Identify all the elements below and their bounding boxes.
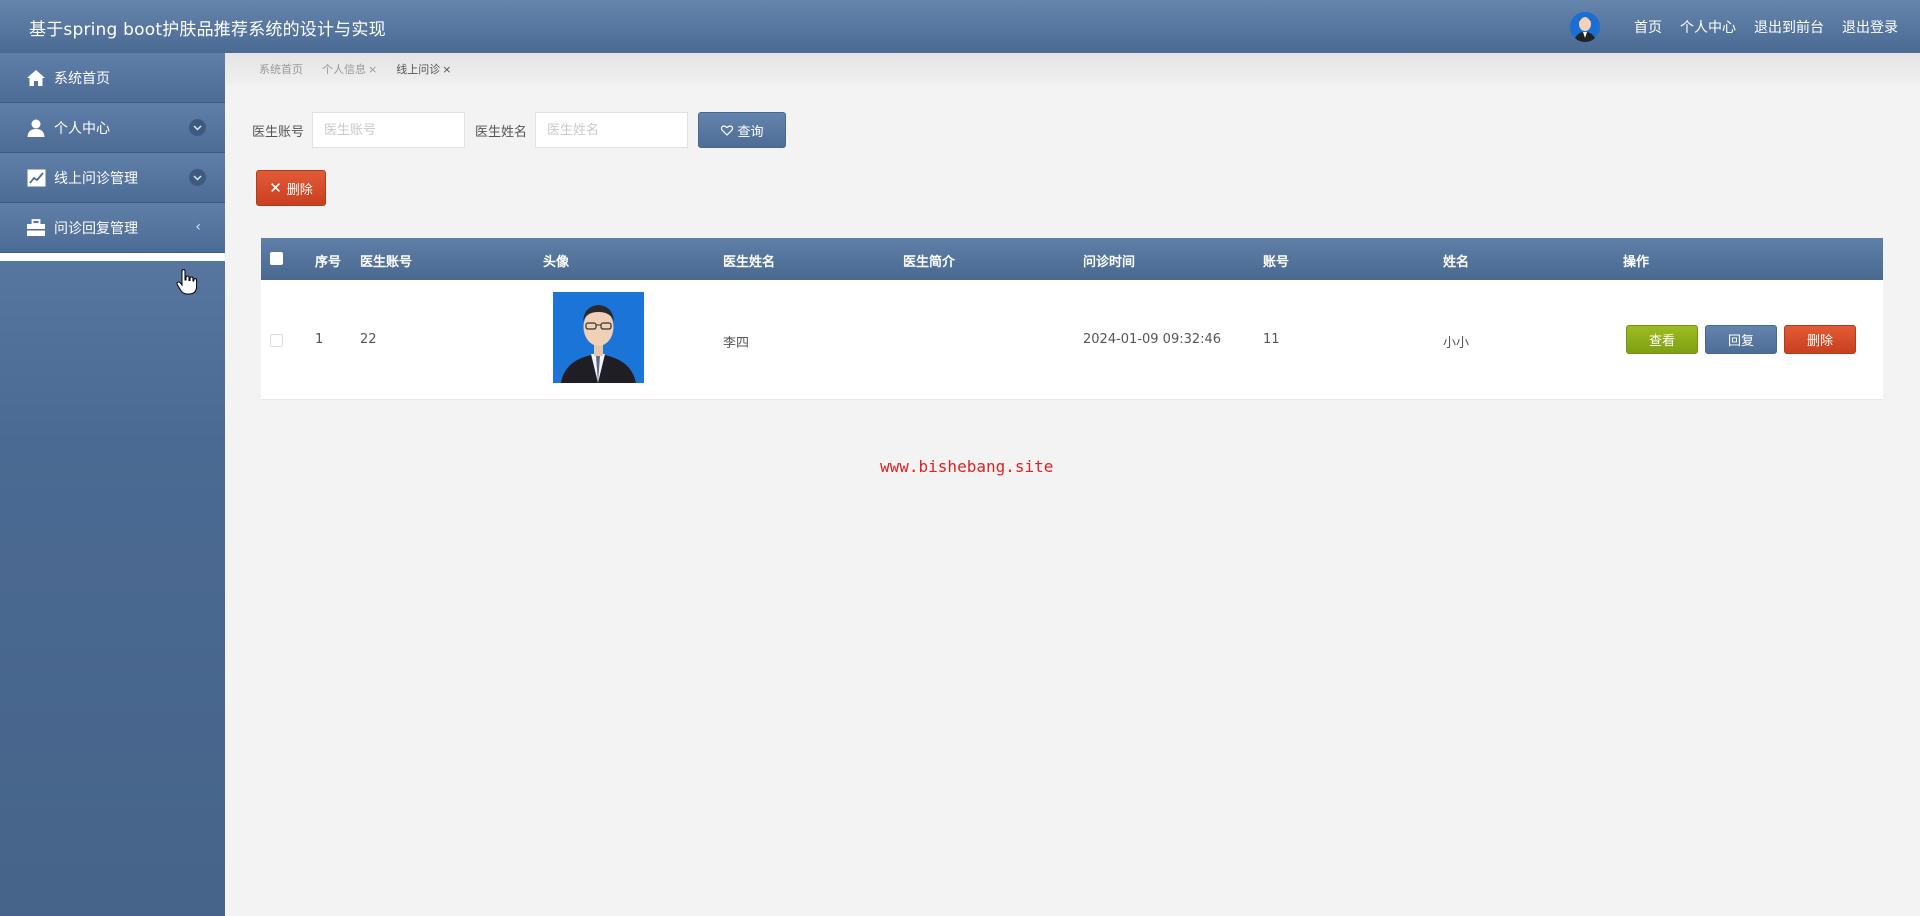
column-header: 操作: [1623, 255, 1650, 270]
user-icon: [25, 117, 47, 139]
chevron-down-icon[interactable]: [189, 119, 206, 136]
account-cell: 11: [1263, 332, 1280, 347]
column-header: 医生姓名: [723, 255, 776, 270]
select-all-checkbox[interactable]: [270, 252, 283, 265]
consult-table: 序号 医生账号 头像 医生姓名 医生简介 问诊时间 账号 姓名 操作 1 22: [261, 238, 1883, 400]
sidebar-item-label: 线上问诊管理: [54, 170, 138, 187]
close-icon[interactable]: ×: [442, 63, 451, 76]
sidebar-item-profile[interactable]: 个人中心: [0, 103, 225, 153]
nav-front-link[interactable]: 退出到前台: [1754, 17, 1824, 37]
nav-logout-link[interactable]: 退出登录: [1842, 17, 1898, 37]
sidebar-item-label: 问诊回复管理: [54, 220, 138, 237]
doctor-name-input[interactable]: [535, 112, 689, 148]
consult-time-cell: 2024-01-09 09:32:46: [1083, 332, 1222, 347]
doctor-name-cell: 李四: [723, 336, 750, 351]
sidebar-item-reply-manage[interactable]: 问诊回复管理 ‹: [0, 203, 225, 253]
tab-system-home[interactable]: 系统首页: [259, 61, 303, 77]
close-icon[interactable]: ×: [368, 63, 377, 76]
query-button[interactable]: 查询: [698, 112, 787, 148]
sidebar-item-consult-manage[interactable]: 线上问诊管理: [0, 153, 225, 203]
doctor-account-label: 医生账号: [252, 124, 305, 140]
briefcase-icon: [25, 217, 47, 239]
home-icon: [25, 67, 47, 89]
row-index: 1: [315, 332, 324, 347]
name-cell: 小小: [1443, 336, 1470, 351]
app-title: 基于spring boot护肤品推荐系统的设计与实现: [29, 20, 386, 40]
sidebar-item-label: 个人中心: [54, 120, 110, 137]
sidebar-divider: [0, 253, 225, 261]
sidebar-item-home[interactable]: 系统首页: [0, 53, 225, 103]
search-bar: 医生账号 医生姓名 查询: [252, 112, 787, 148]
chevron-left-icon[interactable]: ‹: [195, 219, 201, 235]
column-header: 医生账号: [360, 255, 413, 270]
header-nav: 首页 个人中心 退出到前台 退出登录: [1570, 0, 1898, 53]
chevron-down-icon[interactable]: [189, 169, 206, 186]
doctor-account-input[interactable]: [312, 112, 466, 148]
column-header: 序号: [315, 255, 342, 270]
column-header: 头像: [543, 255, 570, 270]
column-header: 医生简介: [903, 255, 956, 270]
sidebar-item-label: 系统首页: [54, 70, 110, 87]
column-header: 账号: [1263, 255, 1290, 270]
reply-button[interactable]: 回复: [1705, 325, 1777, 354]
close-icon: ✕: [269, 179, 282, 197]
hand-cursor-icon: [176, 269, 198, 295]
row-delete-button[interactable]: 删除: [1784, 325, 1856, 354]
view-button[interactable]: 查看: [1626, 325, 1698, 354]
batch-delete-label: 删除: [286, 182, 313, 198]
tab-online-consult[interactable]: 线上问诊 ×: [396, 61, 451, 77]
query-button-label: 查询: [737, 124, 764, 140]
breadcrumb: 系统首页 个人信息 × 线上问诊 ×: [225, 53, 1920, 85]
batch-delete-button[interactable]: ✕ 删除: [256, 170, 326, 206]
sidebar: 系统首页 个人中心 线上问诊管理 问诊回复管理 ‹: [0, 53, 225, 916]
doctor-photo: [553, 292, 644, 383]
main-content: 系统首页 个人信息× 线上问诊× 医生账号 医生姓名 查询 ✕ 删除 序号 医生…: [225, 53, 1920, 916]
doctor-name-label: 医生姓名: [475, 124, 528, 140]
heart-icon: [720, 124, 733, 136]
top-header: 基于spring boot护肤品推荐系统的设计与实现 首页 个人中心 退出到前台…: [0, 0, 1920, 53]
nav-profile-link[interactable]: 个人中心: [1680, 17, 1736, 37]
user-avatar[interactable]: [1570, 11, 1600, 42]
row-checkbox[interactable]: [270, 334, 283, 347]
tab-personal-info[interactable]: 个人信息 ×: [322, 61, 377, 77]
table-row: 1 22 李四 2024-01-09 09:32:46 11 小小 查看 回复 …: [261, 280, 1883, 400]
column-header: 问诊时间: [1083, 255, 1136, 270]
table-header: 序号 医生账号 头像 医生姓名 医生简介 问诊时间 账号 姓名 操作: [261, 238, 1883, 280]
watermark-text: www.bishebang.site: [880, 457, 1054, 476]
chart-line-icon: [25, 167, 47, 189]
doctor-account-cell: 22: [360, 332, 377, 347]
column-header: 姓名: [1443, 255, 1470, 270]
nav-home-link[interactable]: 首页: [1634, 17, 1662, 37]
